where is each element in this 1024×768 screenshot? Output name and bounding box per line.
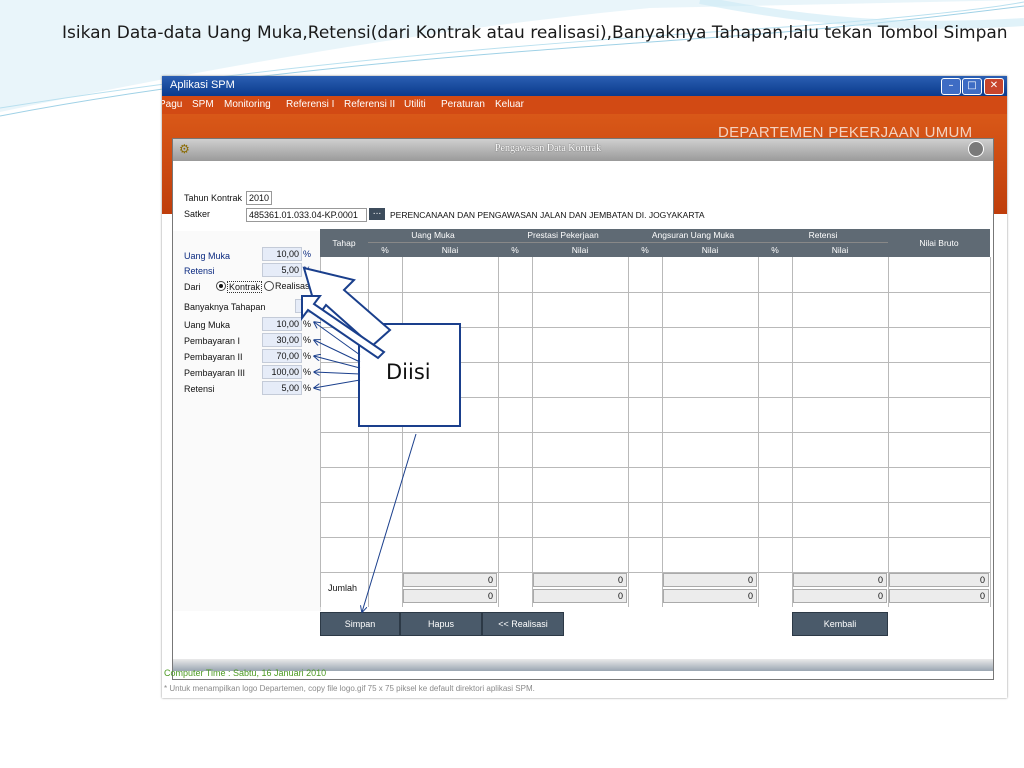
jumlah-label: Jumlah — [328, 583, 358, 593]
total-uang-muka-2: 0 — [403, 589, 497, 603]
menu-referensi-2[interactable]: Referensi II — [344, 99, 395, 110]
computer-time: Computer Time : Sabtu, 16 Januari 2010 — [164, 668, 327, 678]
menu-monitoring[interactable]: Monitoring — [224, 99, 271, 110]
form-title-bar: ⚙ Pengawasan Data Kontrak — [173, 139, 993, 161]
dari-label: Dari — [184, 282, 201, 292]
minimize-button[interactable]: – — [941, 78, 961, 95]
retensi-input[interactable]: 5,00 — [262, 263, 302, 277]
form-title: Pengawasan Data Kontrak — [495, 143, 602, 154]
title-bar: Aplikasi SPM – □ ✕ — [162, 76, 1007, 96]
grid-row-line — [320, 502, 990, 503]
grid-row-line — [320, 432, 990, 433]
col-retensi-pct: % — [758, 243, 792, 257]
total-bruto-2: 0 — [889, 589, 989, 603]
total-angsuran-1: 0 — [663, 573, 757, 587]
col-angsuran-pct: % — [628, 243, 662, 257]
kontrak-radio[interactable] — [216, 281, 226, 291]
schedule-retensi-label: Retensi — [184, 384, 215, 394]
simpan-button[interactable]: Simpan — [320, 612, 400, 636]
satker-label: Satker — [184, 209, 211, 219]
kembali-button[interactable]: Kembali — [792, 612, 888, 636]
banyaknya-tahapan-label: Banyaknya Tahapan — [184, 302, 266, 312]
kontrak-radio-label[interactable]: Kontrak — [227, 281, 263, 293]
app-window: Aplikasi SPM – □ ✕ Pagu SPM Monitoring R… — [162, 76, 1007, 698]
col-uang-muka-pct: % — [368, 243, 402, 257]
total-angsuran-2: 0 — [663, 589, 757, 603]
schedule-pembayaran-1-input[interactable]: 30,00 — [262, 333, 302, 347]
banyaknya-tahapan-input[interactable]: 5 — [295, 299, 313, 313]
total-retensi-2: 0 — [793, 589, 887, 603]
slide-title: Isikan Data-data Uang Muka,Retensi(dari … — [62, 23, 1008, 43]
menu-utiliti[interactable]: Utiliti — [404, 99, 426, 110]
pct-label: % — [303, 383, 312, 393]
uang-muka-label: Uang Muka — [184, 251, 231, 261]
pct-label: % — [303, 351, 312, 361]
col-tahap: Tahap — [320, 229, 368, 257]
realisasi-radio-label[interactable]: Realisasi — [275, 281, 312, 291]
form-emblem-icon: ⚙ — [179, 142, 190, 156]
status-area: Computer Time : Sabtu, 16 Januari 2010 *… — [162, 668, 1007, 698]
realisasi-button[interactable]: << Realisasi — [482, 612, 564, 636]
col-prestasi-nilai: Nilai — [532, 243, 628, 257]
realisasi-radio[interactable] — [264, 281, 274, 291]
satker-lookup-button[interactable]: ... — [369, 208, 385, 220]
tahap-grid[interactable] — [320, 257, 992, 607]
schedule-uang-muka-label: Uang Muka — [184, 320, 231, 330]
menu-referensi-1[interactable]: Referensi I — [286, 99, 334, 110]
col-group-angsuran-uang-muka: Angsuran Uang Muka — [628, 229, 758, 243]
grid-row-line — [320, 537, 990, 538]
callout-label: Diisi — [386, 360, 431, 384]
contract-form: ⚙ Pengawasan Data Kontrak Tahun Kontrak … — [172, 138, 994, 680]
menu-keluar[interactable]: Keluar — [495, 99, 524, 110]
uang-muka-input[interactable]: 10,00 — [262, 247, 302, 261]
col-prestasi-pct: % — [498, 243, 532, 257]
schedule-pembayaran-2-label: Pembayaran II — [184, 352, 243, 362]
menu-peraturan[interactable]: Peraturan — [441, 99, 485, 110]
col-group-prestasi-pekerjaan: Prestasi Pekerjaan — [498, 229, 628, 243]
pct-label: % — [303, 335, 312, 345]
total-prestasi-1: 0 — [533, 573, 627, 587]
tahun-kontrak-label: Tahun Kontrak — [184, 193, 243, 203]
pct-label: % — [303, 265, 312, 275]
tahun-kontrak-field[interactable]: 2010 — [246, 191, 272, 205]
schedule-pembayaran-3-label: Pembayaran III — [184, 368, 246, 378]
menu-bar: Pagu SPM Monitoring Referensi I Referens… — [162, 96, 1007, 114]
window-title: Aplikasi SPM — [170, 79, 235, 91]
col-angsuran-nilai: Nilai — [662, 243, 758, 257]
total-prestasi-2: 0 — [533, 589, 627, 603]
pct-label: % — [303, 367, 312, 377]
hapus-button[interactable]: Hapus — [400, 612, 482, 636]
satker-name: PERENCANAAN DAN PENGAWASAN JALAN DAN JEM… — [390, 210, 705, 220]
schedule-pembayaran-1-label: Pembayaran I — [184, 336, 241, 346]
schedule-uang-muka-input[interactable]: 10,00 — [262, 317, 302, 331]
schedule-retensi-input[interactable]: 5,00 — [262, 381, 302, 395]
col-nilai-bruto: Nilai Bruto — [888, 229, 990, 257]
pct-label: % — [303, 249, 312, 259]
satker-code-field[interactable]: 485361.01.033.04-KP.0001 — [246, 208, 367, 222]
total-retensi-1: 0 — [793, 573, 887, 587]
close-button[interactable]: ✕ — [984, 78, 1004, 95]
menu-pagu[interactable]: Pagu — [162, 99, 182, 110]
menu-spm[interactable]: SPM — [192, 99, 214, 110]
retensi-label: Retensi — [184, 266, 215, 276]
grid-column-line — [990, 257, 991, 607]
col-group-uang-muka: Uang Muka — [368, 229, 498, 243]
col-group-retensi: Retensi — [758, 229, 888, 243]
maximize-button[interactable]: □ — [962, 78, 982, 95]
pct-label: % — [303, 319, 312, 329]
total-uang-muka-1: 0 — [403, 573, 497, 587]
grid-row-line — [320, 467, 990, 468]
schedule-pembayaran-3-input[interactable]: 100,00 — [262, 365, 302, 379]
col-retensi-nilai: Nilai — [792, 243, 888, 257]
logo-note: * Untuk menampilkan logo Departemen, cop… — [164, 684, 535, 693]
grid-row-line — [320, 292, 990, 293]
total-bruto-1: 0 — [889, 573, 989, 587]
schedule-pembayaran-2-input[interactable]: 70,00 — [262, 349, 302, 363]
form-close-icon[interactable] — [968, 141, 984, 157]
col-uang-muka-nilai: Nilai — [402, 243, 498, 257]
